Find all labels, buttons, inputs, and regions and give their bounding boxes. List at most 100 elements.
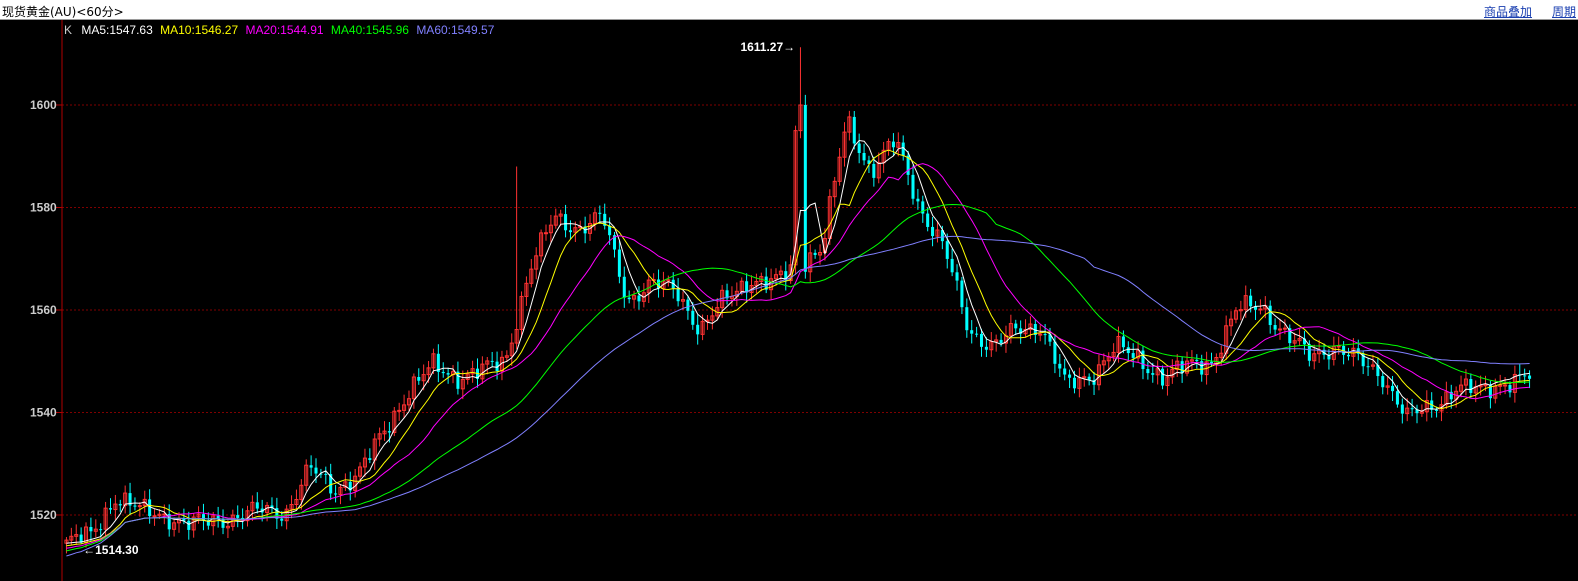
candle bbox=[842, 122, 847, 167]
candle bbox=[1518, 364, 1522, 382]
candle-body bbox=[148, 499, 152, 517]
candle bbox=[539, 229, 544, 263]
candle bbox=[230, 509, 235, 531]
candle bbox=[832, 176, 837, 207]
candle bbox=[857, 133, 861, 164]
candle-body bbox=[803, 105, 807, 272]
candle bbox=[666, 275, 671, 287]
candle-body bbox=[1400, 404, 1404, 414]
candle bbox=[1273, 318, 1277, 336]
candle bbox=[1351, 338, 1356, 367]
candle bbox=[460, 370, 465, 400]
candle bbox=[534, 247, 539, 280]
candle-body bbox=[162, 513, 167, 516]
candle bbox=[950, 248, 954, 277]
candle-body bbox=[1503, 384, 1508, 387]
candle bbox=[446, 367, 450, 384]
candle bbox=[852, 111, 856, 150]
candle-body bbox=[201, 514, 205, 521]
candle bbox=[1023, 319, 1028, 338]
max-price-annotation: 1611.27→ bbox=[740, 40, 795, 54]
candle bbox=[118, 499, 122, 512]
candle-body bbox=[446, 373, 450, 375]
candle bbox=[1302, 330, 1306, 355]
candle bbox=[862, 143, 866, 166]
candle bbox=[133, 497, 137, 511]
candle-body bbox=[1366, 366, 1370, 368]
candle bbox=[108, 498, 113, 514]
candle bbox=[1014, 319, 1018, 336]
candle bbox=[514, 166, 519, 350]
candle bbox=[343, 473, 348, 492]
candle bbox=[984, 337, 988, 358]
y-tick-label: 1600 bbox=[30, 98, 57, 112]
y-tick-label: 1580 bbox=[30, 201, 57, 215]
candle-body bbox=[891, 141, 895, 148]
candle-body bbox=[1209, 361, 1214, 364]
candle-body bbox=[1151, 373, 1155, 375]
candle bbox=[696, 314, 700, 345]
candle bbox=[103, 501, 108, 539]
candle bbox=[749, 275, 754, 300]
candle-body bbox=[955, 272, 959, 281]
candle bbox=[397, 402, 402, 421]
candle-body bbox=[1336, 345, 1341, 348]
candle-body bbox=[1146, 369, 1150, 374]
candle bbox=[294, 489, 299, 510]
candle bbox=[216, 506, 220, 528]
ma40-line bbox=[66, 203, 1530, 552]
candle bbox=[524, 276, 529, 306]
candle bbox=[965, 298, 969, 338]
candle bbox=[1087, 373, 1091, 386]
candle-body bbox=[1195, 359, 1199, 362]
candle-body bbox=[1528, 375, 1532, 379]
candle-body bbox=[911, 174, 915, 199]
candle bbox=[1126, 341, 1130, 362]
period-link[interactable]: 周期 bbox=[1552, 3, 1576, 20]
candle bbox=[485, 356, 490, 375]
candle bbox=[1469, 373, 1473, 398]
candle-body bbox=[1161, 368, 1165, 386]
overlay-commodity-link[interactable]: 商品叠加 bbox=[1484, 3, 1532, 20]
candle bbox=[627, 290, 631, 304]
candle-body bbox=[1346, 354, 1351, 357]
candle-body bbox=[309, 465, 313, 468]
candle bbox=[1209, 352, 1214, 367]
candle bbox=[329, 463, 333, 500]
candle bbox=[187, 511, 191, 540]
candle bbox=[886, 138, 891, 156]
candle bbox=[1033, 320, 1037, 344]
candle bbox=[876, 152, 881, 184]
candle bbox=[813, 249, 817, 259]
candle bbox=[622, 266, 626, 308]
candle bbox=[499, 350, 504, 381]
candle bbox=[1424, 390, 1429, 422]
candle bbox=[680, 291, 686, 311]
candle-body bbox=[1523, 375, 1527, 377]
candle-body bbox=[1268, 305, 1272, 326]
candle bbox=[436, 344, 440, 383]
ma5-line bbox=[66, 139, 1530, 544]
candle bbox=[1058, 354, 1062, 377]
candle bbox=[676, 278, 680, 307]
candle-body bbox=[691, 310, 695, 325]
candle-body bbox=[979, 333, 984, 347]
price-chart[interactable]: 1520 1540 1560 1580 1600 1611.27→ ←1514.30 bbox=[0, 20, 1578, 581]
candle-body bbox=[314, 467, 318, 474]
candle-body bbox=[637, 295, 641, 302]
candle bbox=[309, 455, 313, 476]
candle-body bbox=[926, 213, 930, 227]
candle-body bbox=[1282, 327, 1287, 330]
min-price-annotation: ←1514.30 bbox=[83, 543, 139, 557]
candle-body bbox=[1072, 377, 1076, 389]
candle-body bbox=[397, 409, 402, 412]
candle-body bbox=[1121, 336, 1125, 348]
candle bbox=[564, 204, 568, 238]
candle-body bbox=[118, 504, 122, 506]
candle bbox=[172, 517, 177, 537]
candle bbox=[211, 511, 216, 536]
candle bbox=[372, 433, 377, 470]
candle-body bbox=[1258, 308, 1263, 311]
candle bbox=[1410, 398, 1414, 417]
candle bbox=[1131, 343, 1135, 368]
